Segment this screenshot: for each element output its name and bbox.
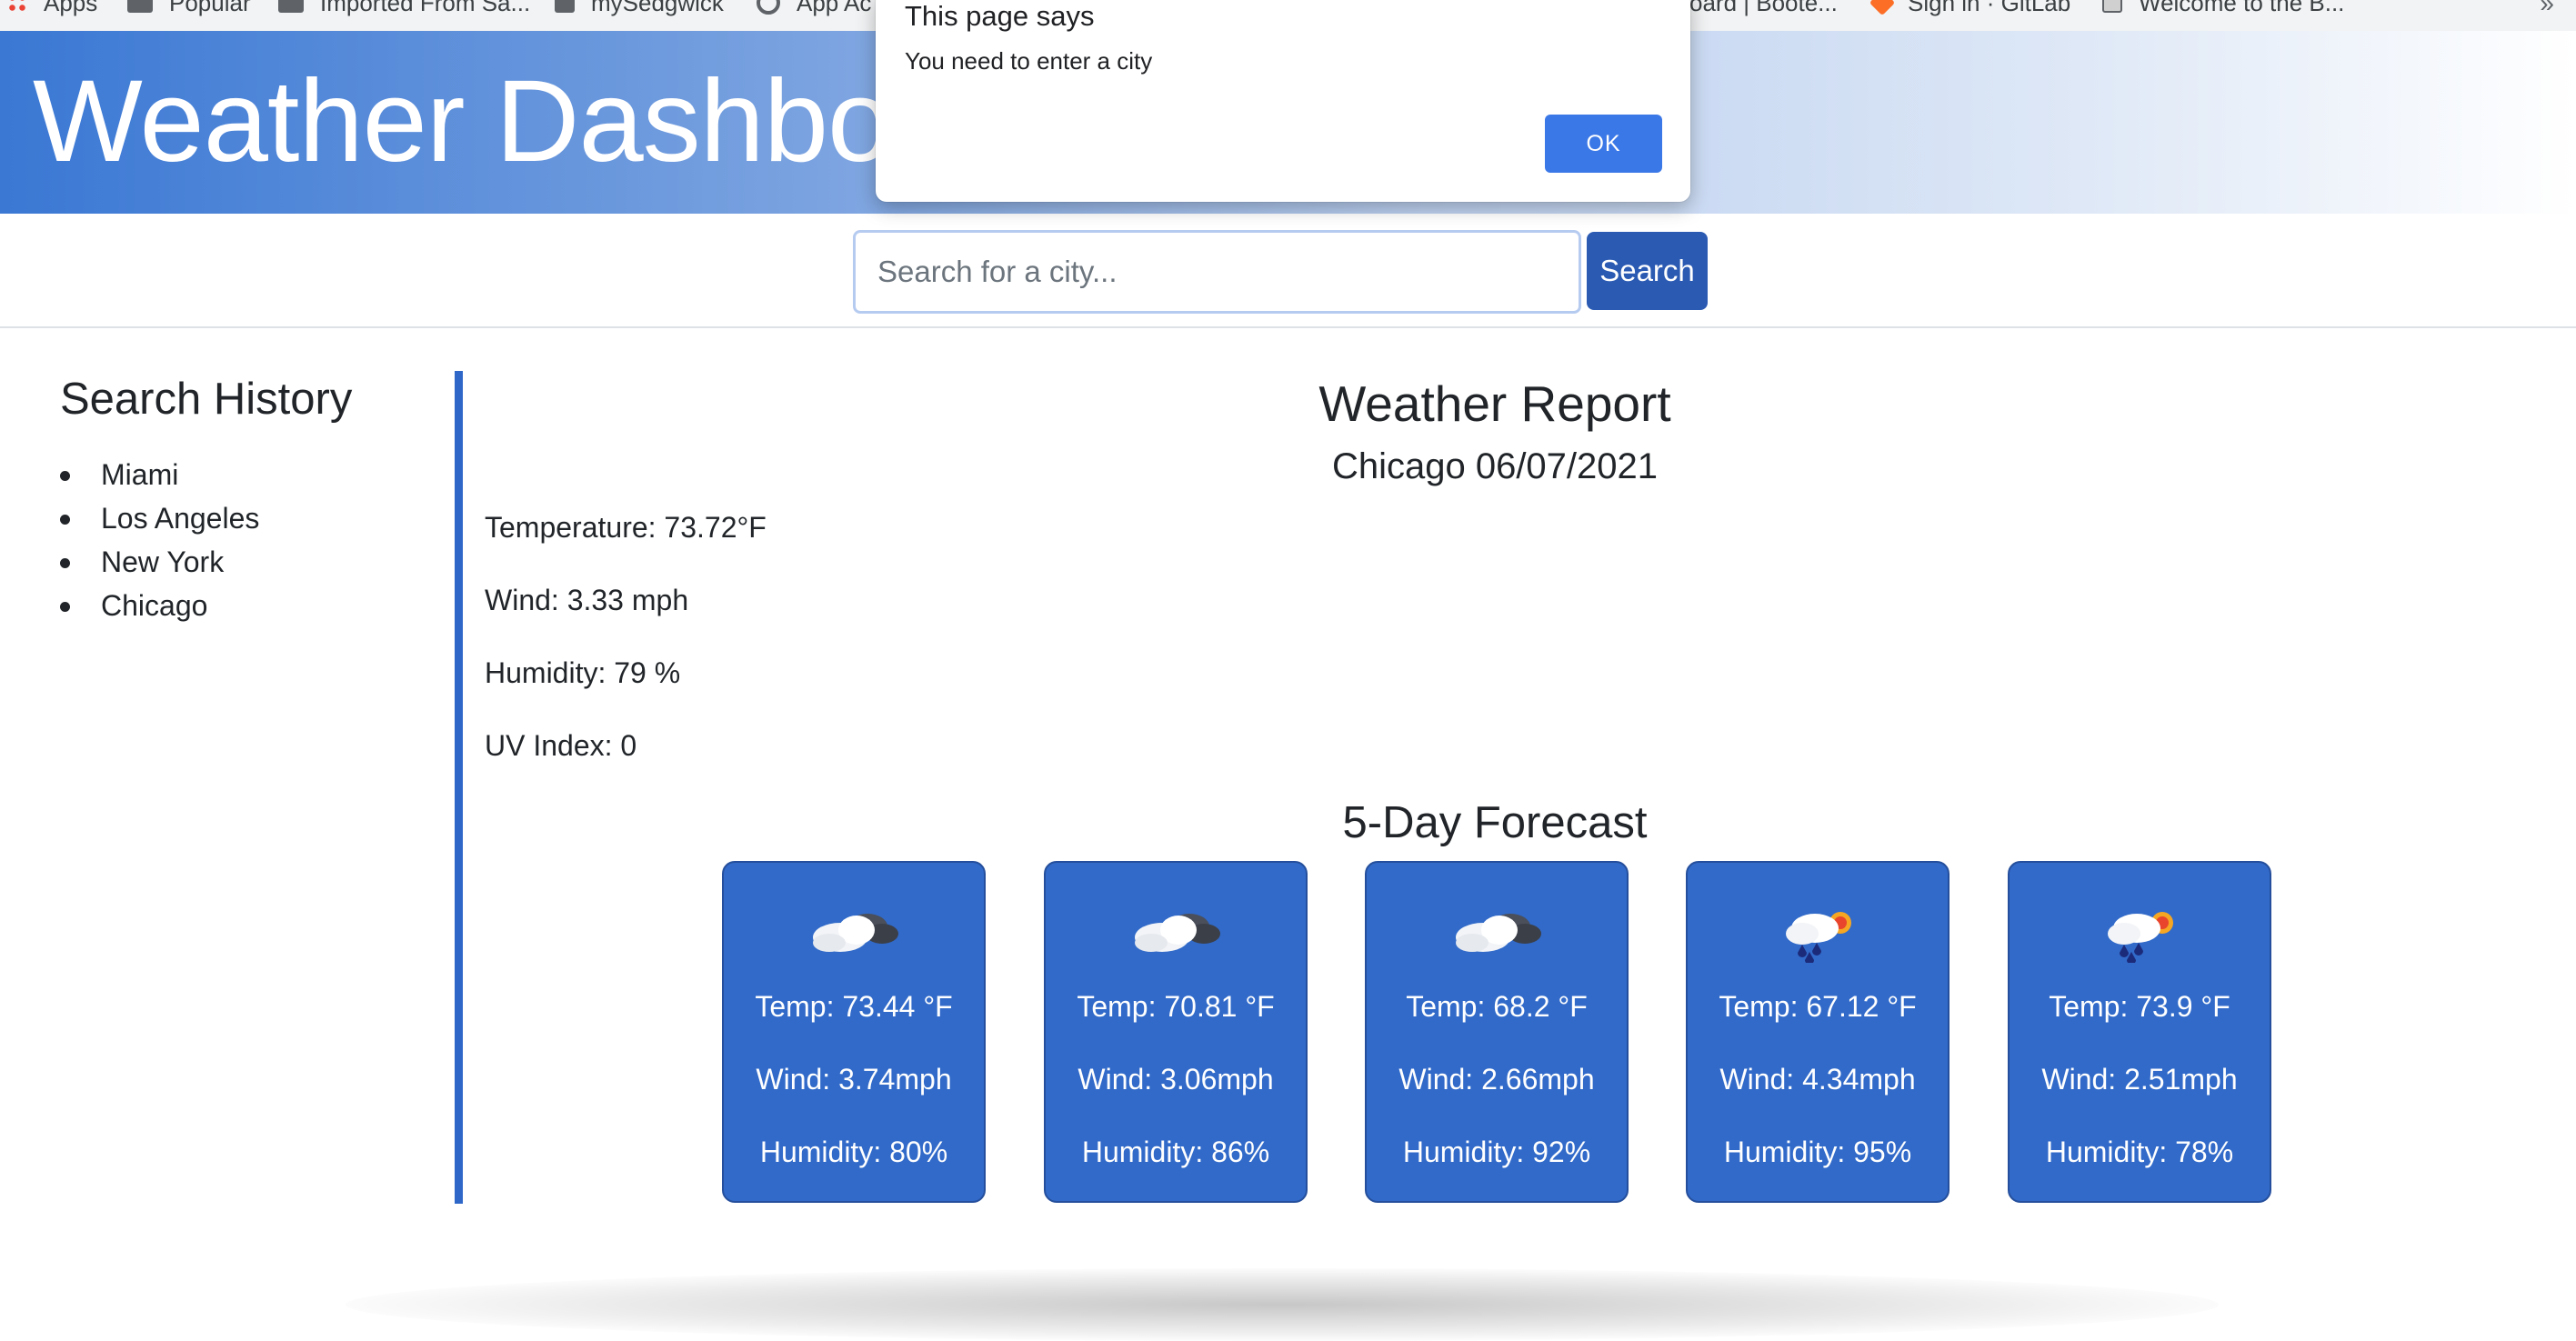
sidebar-divider [455,371,463,1204]
document-icon [555,0,575,13]
bookmark-app[interactable]: App Ac [757,0,871,18]
broken-clouds-icon [1456,914,1541,952]
bookmark-mysedgwick[interactable]: mySedgwick [555,0,724,18]
folder-icon [278,0,304,13]
forecast-humidity: Humidity: 86% [1081,1136,1270,1168]
bookmark-label: oard | Boote... [1689,0,1838,16]
bookmark-label: Apps [44,0,98,16]
alert-message: You need to enter a city [905,47,1153,75]
folder-icon [127,0,153,13]
bookmark-welcome[interactable]: Welcome to the B... [2102,0,2344,18]
forecast-wind: Wind: 2.51mph [2041,1063,2238,1096]
bookmark-label: Imported From Sa... [320,0,531,16]
alert-ok-button[interactable]: OK [1545,115,1662,173]
bookmark-popular[interactable]: Popular [127,0,251,18]
gitlab-icon [1869,0,1896,16]
forecast-title: 5-Day Forecast [1342,798,1648,847]
search-history-list: Miami Los Angeles New York Chicago [60,453,424,627]
bookmark-label: Sign in · GitLab [1908,0,2071,16]
globe-icon [757,0,780,15]
history-item-los-angeles[interactable]: Los Angeles [60,496,424,540]
bookmark-label: App Ac [797,0,872,16]
search-input[interactable] [853,230,1581,314]
forecast-wind: Wind: 3.74mph [756,1063,952,1096]
forecast-wind: Wind: 4.34mph [1719,1063,1916,1096]
broken-clouds-icon [1135,914,1220,952]
bookmark-apps[interactable]: Apps [7,0,97,18]
forecast-card: Temp: 68.2 °F Wind: 2.66mph Humidity: 92… [1365,861,1629,1203]
footer-shadow [346,1268,2219,1341]
alert-title: This page says [905,0,1095,32]
current-humidity: Humidity: 79 % [485,656,681,689]
forecast-humidity: Humidity: 92% [1402,1136,1591,1168]
bookmark-label: Popular [169,0,251,16]
forecast-temp: Temp: 73.44 °F [755,990,953,1023]
forecast-humidity: Humidity: 95% [1723,1136,1912,1168]
history-item-new-york[interactable]: New York [60,540,424,584]
document-icon [2102,0,2122,13]
bookmark-label: mySedgwick [591,0,724,16]
bookmarks-more-icon[interactable]: » [2540,0,2554,18]
alert-dialog: This page says You need to enter a city … [876,0,1690,202]
city-date-heading: Chicago 06/07/2021 [1331,446,1659,486]
search-history-title: Search History [60,375,353,424]
forecast-card: Temp: 67.12 °F Wind: 4.34mph Humidity: 9… [1686,861,1950,1203]
history-item-miami[interactable]: Miami [60,453,424,496]
rain-sun-icon [1786,912,1851,963]
bookmark-label: Welcome to the B... [2139,0,2345,16]
history-item-chicago[interactable]: Chicago [60,584,424,627]
forecast-temp: Temp: 73.9 °F [2049,990,2230,1023]
current-wind: Wind: 3.33 mph [485,584,689,616]
forecast-card: Temp: 73.44 °F Wind: 3.74mph Humidity: 8… [722,861,986,1203]
bookmark-gitlab[interactable]: Sign in · GitLab [1869,0,2071,18]
broken-clouds-icon [813,914,898,952]
apps-grid-icon [7,0,27,13]
search-history-panel: Search History Miami Los Angeles New Yor… [60,364,424,627]
bookmark-imported[interactable]: Imported From Sa... [278,0,530,18]
forecast-humidity: Humidity: 80% [759,1136,948,1168]
search-bar: Search [0,214,2576,328]
forecast-card: Temp: 70.81 °F Wind: 3.06mph Humidity: 8… [1044,861,1308,1203]
forecast-wind: Wind: 3.06mph [1078,1063,1274,1096]
forecast-humidity: Humidity: 78% [2045,1136,2234,1168]
forecast-temp: Temp: 67.12 °F [1719,990,1917,1023]
weather-report-title: Weather Report [1318,375,1671,432]
current-temperature: Temperature: 73.72°F [485,511,767,544]
forecast-temp: Temp: 70.81 °F [1077,990,1275,1023]
forecast-wind: Wind: 2.66mph [1398,1063,1595,1096]
forecast-card: Temp: 73.9 °F Wind: 2.51mph Humidity: 78… [2008,861,2271,1203]
current-uv-index: UV Index: 0 [485,729,637,762]
search-button[interactable]: Search [1587,232,1708,310]
rain-sun-icon [2108,912,2173,963]
bookmark-dashboard[interactable]: oard | Boote... [1689,0,1838,18]
forecast-temp: Temp: 68.2 °F [1406,990,1588,1023]
